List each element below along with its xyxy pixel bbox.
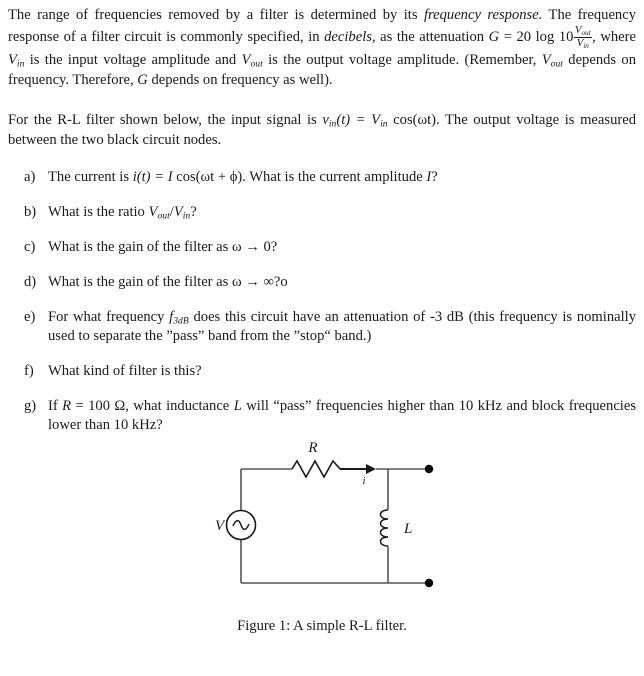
node-dot-bottom bbox=[424, 578, 434, 588]
question-f-text: What kind of filter is this? bbox=[48, 362, 202, 379]
para1-seg6: is the output voltage amplitude. (Rememb… bbox=[262, 51, 542, 68]
para1-seg5: is the input voltage amplitude and bbox=[24, 51, 242, 68]
para2-seg1: For the R-L filter shown below, the inpu… bbox=[8, 112, 323, 128]
para1-italic-frequency-response: frequency response. bbox=[423, 7, 543, 23]
resistor-label: R bbox=[307, 440, 317, 456]
filter-description-paragraph: For the R-L filter shown below, the inpu… bbox=[8, 110, 636, 151]
gain-formula: G = 20 log 10 Vout Vin bbox=[488, 24, 593, 50]
current-label: i bbox=[363, 476, 366, 487]
para1-seg1: The range of frequencies removed by a fi… bbox=[8, 7, 424, 23]
question-b-seg1: What is the ratio bbox=[48, 203, 149, 220]
question-e-f3db: f3dB bbox=[169, 309, 189, 327]
var-vin-1-symbol: V bbox=[8, 51, 17, 68]
question-a-seg1: The current is bbox=[48, 169, 133, 185]
question-marker-a: a) bbox=[24, 169, 36, 185]
intro-paragraph: The range of frequencies removed by a fi… bbox=[8, 5, 636, 90]
question-item-a: a) The current is i(t) = I cos(ωt + ϕ). W… bbox=[0, 168, 636, 187]
question-g-seg2: = 100 Ω, what inductance bbox=[71, 397, 234, 414]
var-g-2: G bbox=[137, 71, 148, 88]
inductor-label: L bbox=[403, 521, 412, 537]
question-b-vout-sub: out bbox=[157, 210, 170, 222]
question-marker-e: e) bbox=[24, 308, 36, 325]
var-vout-1: Vout bbox=[242, 52, 263, 70]
question-marker-c: c) bbox=[24, 238, 36, 255]
formula-symbol-g: G bbox=[488, 29, 500, 46]
question-d-text: What is the gain of the filter as ω → ∞?… bbox=[48, 273, 288, 290]
var-vin-1: Vin bbox=[8, 51, 24, 69]
question-b-vout: Vout bbox=[149, 204, 170, 222]
question-item-b: b) What is the ratio Vout/Vin? bbox=[0, 203, 636, 222]
var-vout-2-sub: out bbox=[550, 58, 563, 70]
question-e-f-sub: 3dB bbox=[173, 315, 189, 327]
question-g-seg1: If bbox=[48, 397, 63, 414]
var-vout-2-symbol: V bbox=[541, 51, 551, 68]
question-item-f: f) What kind of filter is this? bbox=[0, 362, 636, 381]
question-item-c: c) What is the gain of the filter as ω → … bbox=[0, 238, 636, 257]
question-marker-b: b) bbox=[24, 203, 37, 220]
question-e-seg1: For what frequency bbox=[48, 308, 170, 325]
fraction-num-v: V bbox=[574, 24, 582, 37]
para2-seg2: (t) = bbox=[336, 112, 372, 128]
question-a-seg3: cos(ωt + ϕ). What is the current amplitu… bbox=[172, 169, 427, 185]
node-dot-top bbox=[424, 464, 434, 474]
para1-seg8: depends on frequency as well). bbox=[147, 71, 333, 88]
question-a-seg4: ? bbox=[431, 169, 438, 185]
resistor-symbol bbox=[291, 459, 341, 479]
question-b-seg3: ? bbox=[190, 203, 197, 220]
question-b-vin: Vin bbox=[173, 203, 190, 221]
current-arrow-icon bbox=[366, 464, 376, 474]
var-Vin-amplitude-symbol: V bbox=[371, 112, 381, 128]
source-label: V bbox=[215, 518, 226, 534]
question-c-text: What is the gain of the filter as ω → 0? bbox=[48, 238, 278, 255]
question-list: a) The current is i(t) = I cos(ωt + ϕ). W… bbox=[0, 168, 636, 451]
question-marker-g: g) bbox=[24, 397, 37, 414]
circuit-svg: R L V i bbox=[215, 440, 434, 588]
fraction-den-sub: in bbox=[583, 41, 589, 50]
var-vin-signal: vin bbox=[322, 112, 336, 129]
figure-caption: Figure 1: A simple R-L filter. bbox=[237, 618, 407, 634]
question-b-vin-symbol: V bbox=[173, 203, 183, 220]
question-item-d: d) What is the gain of the filter as ω → … bbox=[0, 273, 636, 292]
circuit-figure: R L V i bbox=[0, 430, 644, 605]
fraction-denominator: Vin bbox=[574, 37, 592, 50]
formula-20log10: 20 log 10 bbox=[516, 29, 574, 46]
question-marker-f: f) bbox=[24, 362, 34, 379]
formula-fraction-vout-vin: Vout Vin bbox=[573, 24, 592, 50]
circuit-diagram: R L V i bbox=[0, 430, 644, 605]
formula-equals: = bbox=[499, 29, 517, 46]
var-Vin-amplitude: Vin bbox=[371, 112, 388, 130]
question-g-math-L: L bbox=[233, 397, 242, 414]
var-Vin-amplitude-sub: in bbox=[380, 118, 388, 130]
var-vout-1-sub: out bbox=[250, 58, 263, 70]
para1-seg4: , where bbox=[592, 29, 636, 46]
para1-italic-decibels: decibels bbox=[324, 29, 372, 46]
document-page: The range of frequencies removed by a fi… bbox=[0, 0, 644, 676]
question-a-seg2: (t) = bbox=[136, 169, 168, 185]
para1-seg3: , as the attenuation bbox=[371, 29, 489, 46]
question-marker-d: d) bbox=[24, 273, 37, 290]
question-g-math-R: R bbox=[62, 397, 72, 414]
var-vout-2: Vout bbox=[541, 51, 563, 70]
question-item-e: e) For what frequency f3dB does this circ… bbox=[0, 308, 636, 347]
inductor-symbol bbox=[379, 509, 389, 547]
